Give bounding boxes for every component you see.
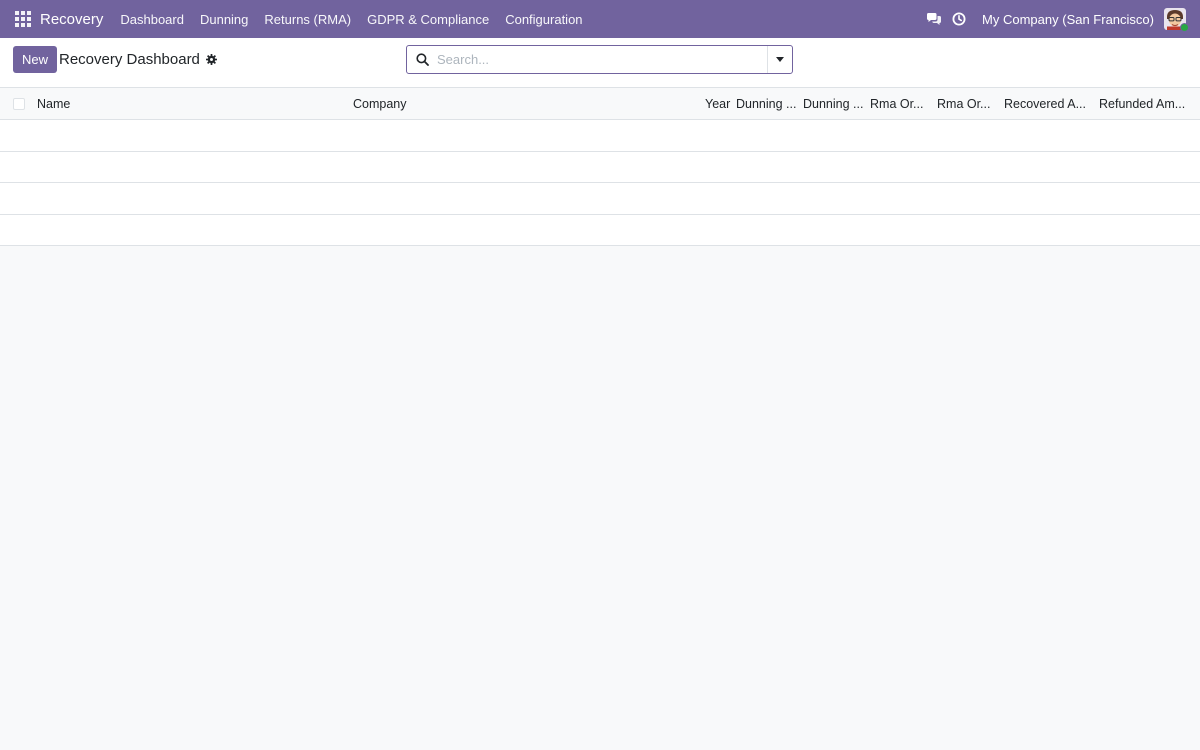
clock-icon[interactable]: [951, 11, 967, 27]
search-icon: [407, 53, 437, 66]
user-avatar[interactable]: [1164, 8, 1189, 32]
search-options-toggle[interactable]: [767, 46, 792, 73]
caret-down-icon: [776, 57, 784, 62]
select-all-checkbox[interactable]: [13, 98, 25, 110]
new-button[interactable]: New: [13, 46, 58, 73]
app-brand[interactable]: Recovery: [40, 11, 103, 28]
column-header-dunning-1[interactable]: Dunning ...: [736, 88, 798, 120]
menu-item-dashboard[interactable]: Dashboard: [112, 12, 192, 27]
table-row-empty: [0, 183, 1200, 215]
online-status-indicator: [1180, 23, 1189, 32]
column-header-recovered[interactable]: Recovered A...: [1004, 88, 1094, 120]
top-navbar: Recovery Dashboard Dunning Returns (RMA)…: [0, 0, 1200, 38]
main-menu: Dashboard Dunning Returns (RMA) GDPR & C…: [112, 12, 590, 27]
column-header-company[interactable]: Company: [353, 88, 653, 120]
column-header-rma-2[interactable]: Rma Or...: [937, 88, 999, 120]
apps-grid-icon[interactable]: [15, 11, 31, 27]
column-header-year[interactable]: Year: [705, 88, 732, 120]
table-header: Name Company Year Dunning ... Dunning ..…: [0, 88, 1200, 120]
page-title: Recovery Dashboard: [59, 51, 200, 68]
menu-item-configuration[interactable]: Configuration: [497, 12, 590, 27]
column-header-name[interactable]: Name: [37, 88, 337, 120]
column-header-refunded[interactable]: Refunded Am...: [1099, 88, 1195, 120]
menu-item-dunning[interactable]: Dunning: [192, 12, 256, 27]
navbar-right: My Company (San Francisco): [926, 0, 1200, 38]
list-view: Name Company Year Dunning ... Dunning ..…: [0, 88, 1200, 246]
chat-icon[interactable]: [926, 11, 942, 27]
search-input[interactable]: [437, 46, 767, 73]
search-bar: [406, 45, 793, 74]
table-row-empty: [0, 151, 1200, 183]
column-header-rma-1[interactable]: Rma Or...: [870, 88, 932, 120]
gear-icon[interactable]: [205, 54, 217, 65]
breadcrumb: Recovery Dashboard: [59, 51, 217, 68]
menu-item-gdpr[interactable]: GDPR & Compliance: [359, 12, 497, 27]
menu-item-returns[interactable]: Returns (RMA): [256, 12, 359, 27]
company-switcher[interactable]: My Company (San Francisco): [982, 12, 1154, 27]
table-row-empty: [0, 120, 1200, 152]
table-row-empty: [0, 214, 1200, 246]
control-panel: New Recovery Dashboard: [0, 38, 1200, 88]
column-header-dunning-2[interactable]: Dunning ...: [803, 88, 865, 120]
